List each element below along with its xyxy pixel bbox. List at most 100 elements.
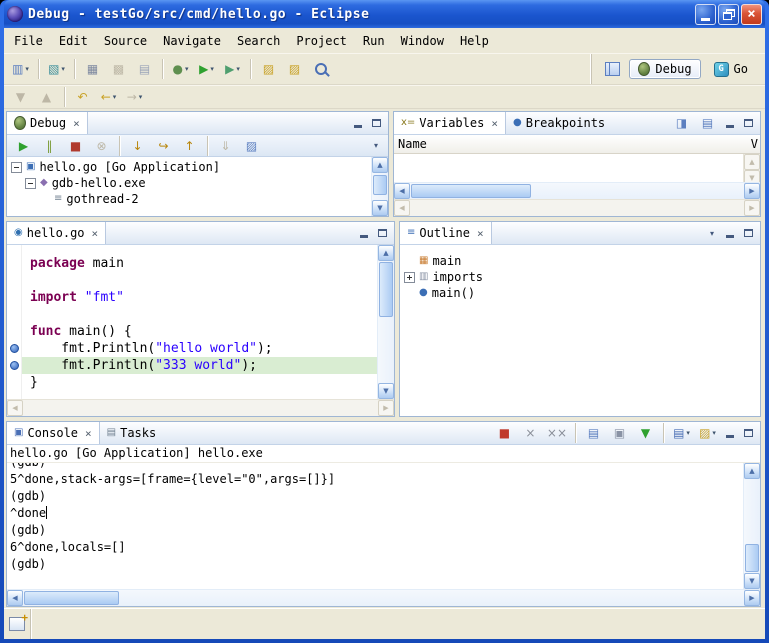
terminate-icon[interactable]: ■ [63, 134, 88, 157]
maximize-view-icon[interactable] [368, 116, 384, 130]
tree-node[interactable]: ◆gdb-hello.exe [7, 175, 371, 191]
view-menu-icon[interactable]: ▾ [368, 139, 384, 153]
menu-search[interactable]: Search [229, 31, 288, 51]
debug-dropdown-icon[interactable]: ●▾ [168, 58, 193, 81]
maximize-view-icon[interactable] [374, 226, 390, 240]
close-tab-icon[interactable]: × [92, 227, 99, 240]
scrollbar-thumb[interactable] [24, 591, 119, 605]
close-tab-icon[interactable]: × [477, 227, 484, 240]
console-vertical-scrollbar[interactable]: ▲ ▼ [743, 463, 760, 589]
print-icon[interactable]: ▤ [132, 58, 157, 81]
code-area[interactable]: package main import "fmt" func main() { … [22, 245, 377, 399]
menu-window[interactable]: Window [393, 31, 452, 51]
menu-run[interactable]: Run [355, 31, 393, 51]
tree-node[interactable]: ≡gothread-2 [7, 191, 371, 207]
close-button[interactable]: × [741, 4, 762, 25]
console-horizontal-scrollbar[interactable]: ◀ ▶ [7, 589, 760, 606]
fast-view-icon[interactable] [9, 617, 25, 631]
display-selected-console-icon[interactable]: ▤▾ [669, 422, 694, 445]
column-name[interactable]: Name [398, 137, 427, 151]
variables-column-header[interactable]: Name V [394, 135, 760, 154]
close-tab-icon[interactable]: × [85, 427, 92, 440]
show-type-names-icon[interactable]: ◨ [669, 112, 694, 135]
code-line[interactable]: fmt.Println("333 world"); [22, 357, 377, 374]
menu-project[interactable]: Project [288, 31, 355, 51]
scrollbar-thumb[interactable] [373, 175, 387, 195]
code-line[interactable]: fmt.Println("hello world"); [22, 340, 377, 357]
search-icon[interactable] [308, 58, 333, 81]
view-menu-icon[interactable]: ▾ [704, 226, 720, 240]
open-resource-icon[interactable]: ▨ [282, 58, 307, 81]
terminate-console-icon[interactable]: ■ [492, 422, 517, 445]
menu-help[interactable]: Help [452, 31, 497, 51]
back-icon[interactable]: ←▾ [96, 86, 121, 109]
scroll-left-icon[interactable]: ◀ [7, 590, 23, 606]
tree-node[interactable]: ▥imports [400, 269, 760, 285]
code-line[interactable]: func main() { [22, 323, 377, 340]
scrollbar-track[interactable] [410, 183, 744, 199]
scroll-down-icon[interactable]: ▼ [372, 200, 388, 216]
scrollbar-track[interactable] [378, 261, 394, 383]
minimize-view-icon[interactable] [356, 226, 372, 240]
step-over-icon[interactable]: ↪ [151, 134, 176, 157]
scroll-up-icon[interactable]: ▲ [372, 157, 388, 173]
tree-expander-icon[interactable] [11, 162, 22, 173]
scroll-right-icon[interactable]: ▶ [744, 590, 760, 606]
code-line[interactable]: } [22, 374, 377, 391]
scrollbar-thumb[interactable] [379, 262, 393, 317]
tree-expander-icon[interactable] [404, 272, 415, 283]
close-tab-icon[interactable]: × [491, 117, 498, 130]
minimize-view-icon[interactable] [722, 426, 738, 440]
save-icon[interactable]: ▦ [80, 58, 105, 81]
run-dropdown-icon[interactable]: ▶▾ [194, 58, 219, 81]
perspective-debug-button[interactable]: Debug [629, 59, 700, 79]
remove-launch-icon[interactable]: × [518, 422, 543, 445]
maximize-view-icon[interactable] [740, 226, 756, 240]
collapse-all-icon[interactable]: ▤ [695, 112, 720, 135]
variables-vertical-scrollbar[interactable]: ▲ ▼ [743, 154, 760, 182]
menu-source[interactable]: Source [96, 31, 155, 51]
menu-edit[interactable]: Edit [51, 31, 96, 51]
minimize-view-icon[interactable] [722, 116, 738, 130]
use-step-filters-icon[interactable]: ▨ [239, 134, 264, 157]
code-line[interactable]: package main [22, 255, 377, 272]
scroll-lock-icon[interactable]: ▣ [607, 422, 632, 445]
tab-hello-go[interactable]: ◉ hello.go × [7, 222, 106, 244]
open-folder-icon[interactable]: ▨ [256, 58, 281, 81]
titlebar[interactable]: Debug - testGo/src/cmd/hello.go - Eclips… [4, 0, 765, 28]
menu-navigate[interactable]: Navigate [155, 31, 229, 51]
scrollbar-track[interactable] [372, 173, 388, 200]
scroll-up-icon[interactable]: ▲ [744, 463, 760, 479]
tab-console[interactable]: ▣Console× [7, 422, 100, 444]
resume-icon[interactable]: ▶ [11, 134, 36, 157]
clear-console-icon[interactable]: ▤ [581, 422, 606, 445]
scroll-right-icon[interactable]: ▶ [744, 183, 760, 199]
editor-vertical-scrollbar[interactable]: ▲ ▼ [377, 245, 394, 399]
restore-button[interactable] [718, 4, 739, 25]
editor-horizontal-scrollbar[interactable]: ◀ ▶ [7, 399, 394, 416]
minimize-button[interactable] [695, 4, 716, 25]
pin-console-icon[interactable]: ▼ [633, 422, 658, 445]
new-wizard-icon[interactable]: ▥▾ [8, 58, 33, 81]
breakpoint-marker[interactable] [10, 344, 19, 353]
minimize-view-icon[interactable] [722, 226, 738, 240]
tab-outline[interactable]: ≡ Outline × [400, 222, 492, 244]
tree-expander-icon[interactable] [25, 178, 36, 189]
step-return-icon[interactable]: ↑ [177, 134, 202, 157]
tab-debug[interactable]: Debug × [7, 112, 88, 134]
last-edit-location-icon[interactable]: ↶ [70, 86, 95, 109]
minimize-view-icon[interactable] [350, 116, 366, 130]
remove-all-terminated-icon[interactable]: ×× [544, 422, 570, 445]
instruction-pointer-marker[interactable] [10, 361, 19, 370]
code-line[interactable] [22, 306, 377, 323]
new-go-element-icon[interactable]: ▧▾ [44, 58, 69, 81]
step-into-icon[interactable]: ↓ [125, 134, 150, 157]
suspend-icon[interactable]: ‖ [37, 134, 62, 157]
tab-breakpoints[interactable]: ●Breakpoints [506, 112, 612, 134]
scroll-left-icon[interactable]: ◀ [394, 183, 410, 199]
column-value[interactable]: V [751, 137, 758, 151]
menu-file[interactable]: File [6, 31, 51, 51]
scrollbar-thumb[interactable] [745, 544, 759, 572]
maximize-view-icon[interactable] [740, 426, 756, 440]
tree-node[interactable]: ▣hello.go [Go Application] [7, 159, 371, 175]
